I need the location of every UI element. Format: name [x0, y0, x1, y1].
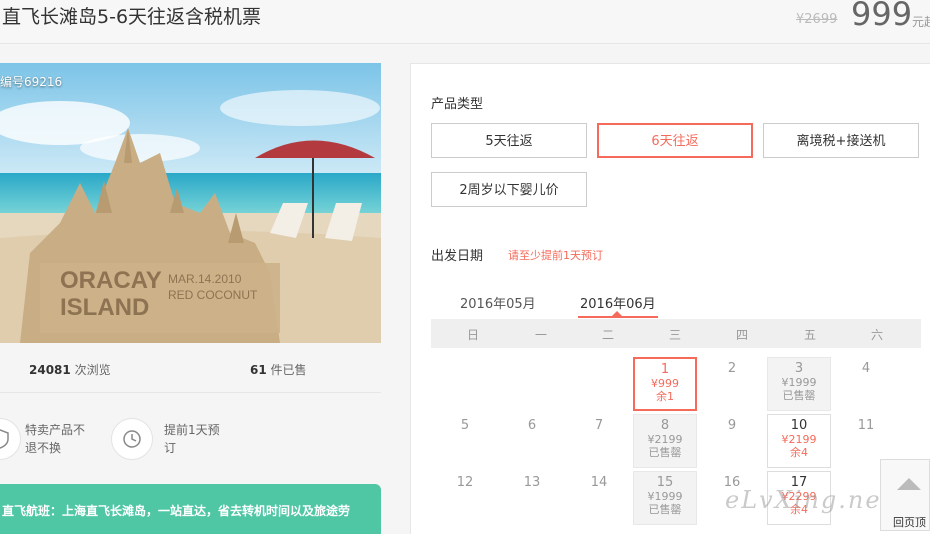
day-number: 3 — [794, 361, 804, 376]
day-price: ¥1999 — [647, 490, 683, 503]
product-type-label: 产品类型 — [431, 97, 484, 112]
day-number: 8 — [660, 418, 670, 433]
day-number: 13 — [523, 475, 541, 490]
calendar-day-8[interactable]: 8 ¥2199 已售罄 — [633, 414, 697, 468]
price-unit: 元起 — [912, 15, 930, 29]
sold-stat: 61 件已售 — [250, 361, 307, 378]
tab-underline — [578, 316, 658, 318]
date-label: 出发日期 — [431, 249, 484, 264]
product-title: 直飞长滩岛5-6天往返含税机票 — [2, 6, 262, 28]
calendar-day-14: 14 — [567, 471, 631, 525]
back-to-top-button[interactable]: 回页顶 — [880, 459, 930, 531]
sold-count: 61 — [250, 363, 267, 377]
option-infant[interactable]: 2周岁以下婴儿价 — [431, 172, 587, 207]
calendar-day-10[interactable]: 10 ¥2199 余4 — [767, 414, 831, 468]
calendar-day-5: 5 — [433, 414, 497, 468]
option-6day[interactable]: 6天往返 — [597, 123, 753, 158]
day-status: 已售罄 — [648, 446, 682, 459]
weekday-wed: 三 — [668, 328, 681, 342]
calendar-day-1[interactable]: 1 ¥999 余1 — [633, 357, 697, 411]
calendar-day-9: 9 — [700, 414, 764, 468]
day-number: 6 — [527, 418, 537, 433]
promo-text: 直飞航班：上海直飞长滩岛，一站直达，省去转机时间以及旅途劳 — [2, 504, 351, 518]
watermark: eLvXing.net — [725, 486, 894, 514]
tab-caret — [612, 311, 622, 316]
weekday-sat: 六 — [870, 328, 883, 342]
calendar-day-7: 7 — [567, 414, 631, 468]
day-number: 2 — [727, 361, 737, 376]
views-count: 24081 — [29, 363, 71, 377]
shield-icon — [0, 418, 21, 460]
original-price: ¥2699 — [796, 12, 838, 27]
day-status: 余1 — [656, 390, 674, 403]
date-note: 请至少提前1天预订 — [508, 249, 603, 262]
svg-text:ORACAY: ORACAY — [60, 267, 162, 294]
weekday-tue: 二 — [601, 328, 614, 342]
day-number: 14 — [590, 475, 608, 490]
day-number: 11 — [857, 418, 875, 433]
calendar-day-13: 13 — [500, 471, 564, 525]
product-id-badge: 编号69216 — [0, 75, 63, 89]
tab-2016-06[interactable]: 2016年06月 — [580, 293, 656, 312]
day-number: 1 — [660, 362, 670, 377]
day-price: ¥1999 — [781, 376, 817, 389]
views-label: 次浏览 — [74, 363, 111, 377]
calendar-day-3[interactable]: 3 ¥1999 已售罄 — [767, 357, 831, 411]
svg-text:RED COCONUT: RED COCONUT — [168, 288, 258, 302]
day-number: 10 — [790, 418, 808, 433]
views-stat: 24081 次浏览 — [29, 361, 111, 378]
weekday-fri: 五 — [803, 328, 816, 342]
option-5day[interactable]: 5天往返 — [431, 123, 587, 158]
beach-sandcastle-image: ORACAY ISLAND MAR.14.2010 RED COCONUT — [0, 63, 381, 343]
page-header: 直飞长滩岛5-6天往返含税机票 ¥2699 999 元起 — [0, 0, 930, 44]
day-number: 4 — [861, 361, 871, 376]
day-status: 已售罄 — [782, 389, 816, 402]
calendar-day-6: 6 — [500, 414, 564, 468]
tab-2016-05[interactable]: 2016年05月 — [460, 293, 536, 312]
day-price: ¥2199 — [781, 433, 817, 446]
booking-panel: 产品类型 5天往返 6天往返 离境税+接送机 2周岁以下婴儿价 出发日期 请至少… — [410, 63, 930, 534]
day-number: 15 — [656, 475, 674, 490]
sale-price: 999 — [851, 0, 913, 33]
svg-text:MAR.14.2010: MAR.14.2010 — [168, 272, 242, 286]
day-price: ¥999 — [651, 377, 679, 390]
calendar-day-12: 12 — [433, 471, 497, 525]
day-number: 7 — [594, 418, 604, 433]
day-number: 9 — [727, 418, 737, 433]
day-price: ¥2199 — [647, 433, 683, 446]
feature-no-refund: 特卖产品不退不换 — [25, 423, 86, 455]
day-number: 12 — [456, 475, 474, 490]
clock-icon — [111, 418, 153, 460]
option-tax-transfer[interactable]: 离境税+接送机 — [763, 123, 919, 158]
calendar-day-2: 2 — [700, 357, 764, 411]
weekday-thu: 四 — [735, 328, 748, 342]
weekday-header: 日 一 二 三 四 五 六 — [431, 319, 921, 348]
sold-label: 件已售 — [270, 363, 307, 377]
calendar-day-15[interactable]: 15 ¥1999 已售罄 — [633, 471, 697, 525]
svg-text:ISLAND: ISLAND — [60, 294, 149, 321]
arrow-up-icon — [897, 478, 921, 490]
feature-advance-booking: 提前1天预订 — [164, 423, 220, 455]
promo-banner: 直飞航班：上海直飞长滩岛，一站直达，省去转机时间以及旅途劳 — [0, 484, 381, 534]
stats-divider — [0, 392, 381, 393]
product-photo[interactable]: ORACAY ISLAND MAR.14.2010 RED COCONUT 编号… — [0, 63, 381, 343]
day-number: 5 — [460, 418, 470, 433]
back-to-top-label: 回页顶 — [893, 516, 926, 529]
calendar-day-4: 4 — [834, 357, 898, 411]
day-status: 余4 — [790, 446, 808, 459]
day-status: 已售罄 — [648, 503, 682, 516]
weekday-mon: 一 — [534, 328, 547, 342]
weekday-sun: 日 — [466, 328, 479, 342]
